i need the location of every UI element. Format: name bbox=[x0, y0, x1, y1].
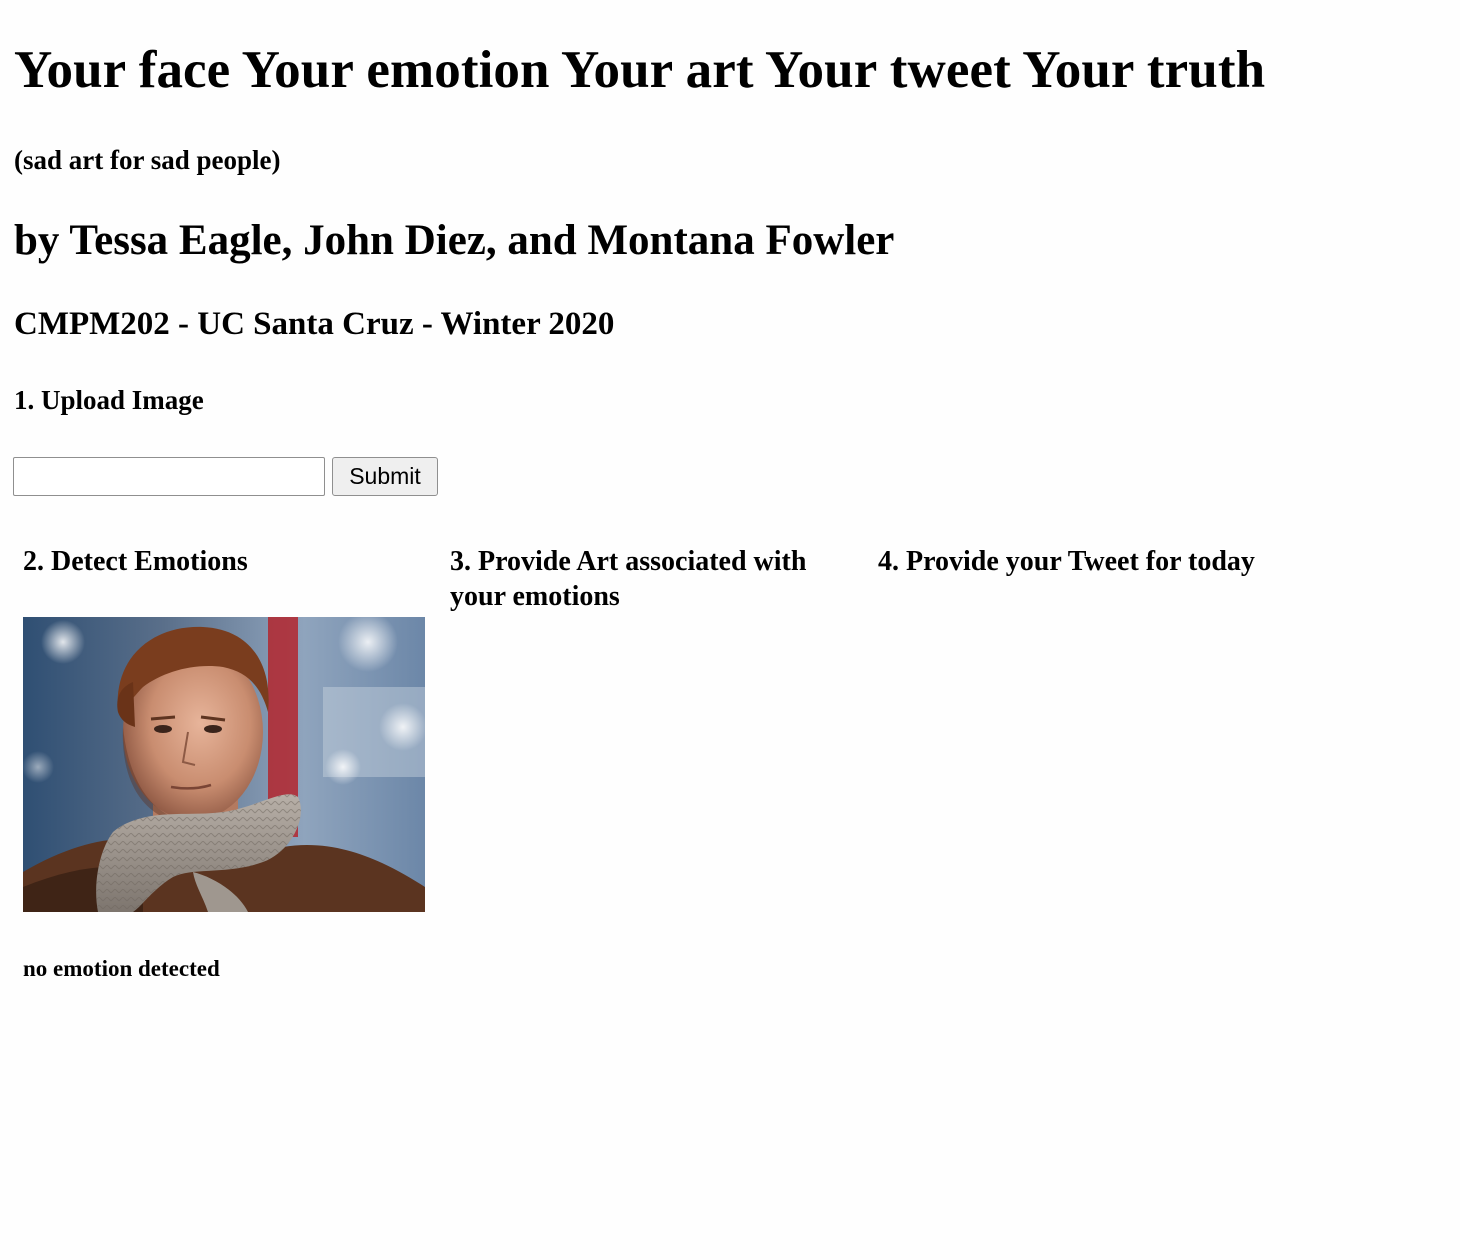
emotion-result-text: no emotion detected bbox=[23, 956, 220, 981]
detect-emotions-heading: 2. Detect Emotions bbox=[23, 546, 248, 577]
provide-tweet-heading: 4. Provide your Tweet for today bbox=[878, 546, 1255, 577]
page-subtitle: (sad art for sad people) bbox=[14, 145, 281, 175]
authors-heading: by Tessa Eagle, John Diez, and Montana F… bbox=[14, 217, 895, 264]
page: Your face Your emotion Your art Your twe… bbox=[0, 0, 1460, 1260]
course-heading: CMPM202 - UC Santa Cruz - Winter 2020 bbox=[14, 306, 615, 342]
submit-button[interactable]: Submit bbox=[332, 457, 438, 496]
uploaded-face-image bbox=[23, 617, 425, 912]
provide-art-heading: 3. Provide Art associated with your emot… bbox=[450, 546, 807, 612]
page-title: Your face Your emotion Your art Your twe… bbox=[14, 41, 1266, 99]
image-url-input[interactable] bbox=[13, 457, 325, 496]
upload-image-heading: 1. Upload Image bbox=[14, 385, 204, 415]
